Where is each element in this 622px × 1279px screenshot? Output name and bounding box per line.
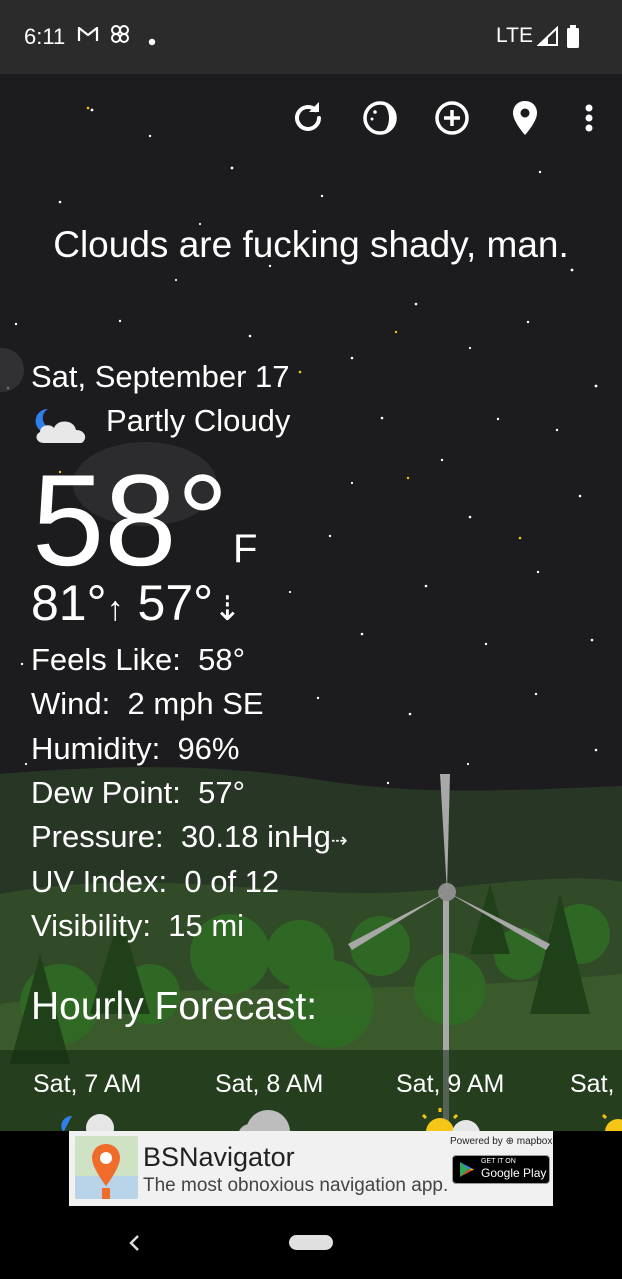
low-arrow-icon: ⇣: [213, 590, 242, 628]
signal-icon: [536, 25, 559, 51]
stat-value: 2 mph SE: [127, 686, 264, 721]
ad-powered-by: Powered by ⊕ mapbox: [450, 1136, 553, 1147]
hourly-time: Sat, 7 AM: [33, 1070, 142, 1098]
network-type: LTE: [496, 24, 533, 47]
stat-value: 58°: [198, 642, 246, 677]
sunny-icon: [601, 1113, 622, 1145]
stat-label: Dew Point:: [31, 775, 181, 810]
stat-value: 0 of 12: [184, 864, 280, 899]
store-caption: GET IT ON: [481, 1158, 516, 1165]
pinwheel-icon: [108, 22, 132, 51]
home-handle[interactable]: [289, 1235, 333, 1250]
stat-value: 96%: [177, 731, 240, 766]
location-pin-icon[interactable]: [503, 96, 547, 140]
ad-title: BSNavigator: [143, 1142, 295, 1172]
weather-quote: Clouds are fucking shady, man.: [53, 224, 569, 265]
stat-visibility: Visibility: 15 mi: [31, 907, 244, 945]
stat-value: 57°: [198, 775, 246, 810]
forecast-date: Sat, September 17: [31, 359, 290, 394]
high-temperature: 81°: [31, 575, 107, 631]
stat-label: Wind:: [31, 686, 111, 721]
stat-wind: Wind: 2 mph SE: [31, 685, 264, 723]
stat-label: UV Index:: [31, 864, 168, 899]
stat-label: Visibility:: [31, 908, 152, 943]
low-temperature: 57°: [137, 575, 214, 631]
dot-icon: [148, 33, 156, 51]
ad-subtitle: The most obnoxious navigation app.: [143, 1175, 449, 1196]
stat-dew-point: Dew Point: 57°: [31, 774, 245, 812]
refresh-icon[interactable]: [286, 96, 330, 140]
stat-pressure: Pressure: 30.18 inHg⇢: [31, 818, 348, 860]
battery-icon: [566, 25, 580, 54]
store-name: Google Play: [481, 1166, 547, 1180]
stat-label: Pressure:: [31, 819, 164, 854]
more-vert-icon[interactable]: [568, 96, 612, 140]
add-location-icon[interactable]: [430, 96, 474, 140]
weather-condition: Partly Cloudy: [106, 403, 291, 438]
map-pin-icon: [75, 1136, 138, 1199]
hourly-time: Sat,: [570, 1070, 615, 1098]
temperature-unit: F: [233, 527, 258, 571]
stat-humidity: Humidity: 96%: [31, 730, 239, 768]
high-arrow-icon: ↑: [106, 590, 124, 628]
hourly-time: Sat, 8 AM: [215, 1070, 324, 1098]
partly-cloudy-night-icon: [61, 1114, 114, 1142]
stat-feels-like: Feels Like: 58°: [31, 641, 245, 679]
stat-value: 30.18 inHg: [180, 819, 331, 854]
weather-screen: 6:11 LTE Clouds are fucking shady, man. …: [0, 0, 622, 1279]
hourly-forecast-title: Hourly Forecast:: [31, 985, 318, 1028]
partly-sunny-icon: [421, 1108, 480, 1148]
status-time: 6:11: [24, 24, 66, 49]
back-icon[interactable]: [127, 1229, 141, 1260]
stat-value: 15 mi: [168, 908, 245, 943]
status-bar: 6:11 LTE: [0, 0, 622, 74]
gmail-icon: [76, 22, 100, 51]
high-low-temperatures: 81°↑ 57°⇣: [31, 573, 242, 639]
stat-uv-index: UV Index: 0 of 12: [31, 863, 279, 901]
stat-label: Humidity:: [31, 731, 161, 766]
cloudy-icon: [238, 1110, 290, 1154]
theme-icon[interactable]: [358, 96, 402, 140]
stat-label: Feels Like:: [31, 642, 181, 677]
play-store-icon: [460, 1162, 474, 1177]
pressure-trend-icon: ⇢: [330, 830, 348, 852]
hourly-time: Sat, 9 AM: [396, 1070, 505, 1098]
google-play-button[interactable]: GET IT ON Google Play: [452, 1155, 550, 1184]
